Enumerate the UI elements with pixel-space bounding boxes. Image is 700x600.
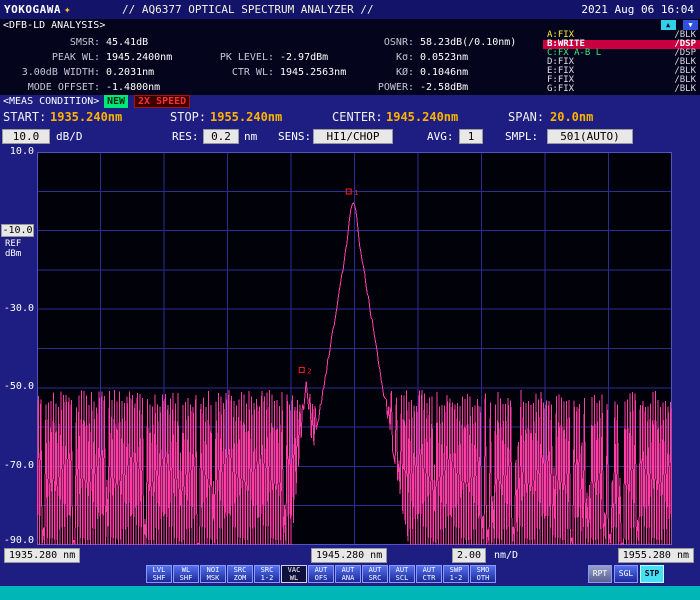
softkey-swp-1-2[interactable]: SWP1-2 xyxy=(443,565,469,583)
analysis-label xyxy=(212,35,274,50)
sweep-key-rpt[interactable]: RPT xyxy=(588,565,612,583)
trace-name: G:FIX xyxy=(547,84,574,94)
trace-scroll-buttons: ▲ ▼ xyxy=(659,20,698,30)
res-label: RES: xyxy=(172,128,199,145)
meas-condition-row: <MEAS CONDITION> NEW 2X SPEED xyxy=(0,95,700,108)
trace-status: /BLK xyxy=(674,85,696,94)
softkey-aut-ofs[interactable]: AUTOFS xyxy=(308,565,334,583)
trace-scroll-up-button[interactable]: ▲ xyxy=(661,20,676,30)
sens-box[interactable]: HI1/CHOP xyxy=(313,129,393,144)
y-axis-top-label: 10.0 xyxy=(0,146,34,157)
softkey-aut-scl[interactable]: AUTSCL xyxy=(389,565,415,583)
analysis-value: 0.1046nm xyxy=(414,65,539,80)
softkey-aut-ctr[interactable]: AUTCTR xyxy=(416,565,442,583)
analysis-label: KØ: xyxy=(362,65,414,80)
analysis-value: 58.23dB(/0.10nm) xyxy=(414,35,539,50)
softkey-smo-oth[interactable]: SMOOTH xyxy=(470,565,496,583)
softkey-bar: LVLSHFWLSHFNOIMSKSRCZOMSRC1-2VACWLAUTOFS… xyxy=(146,565,496,583)
analysis-label: POWER: xyxy=(362,80,414,95)
x-center-readout[interactable]: 1945.280 nm xyxy=(311,548,387,563)
analysis-value: 0.2031nm xyxy=(100,65,212,80)
datetime: 2021 Aug 06 16:04 xyxy=(581,0,694,19)
x-scale-readout[interactable]: 2.00 xyxy=(452,548,486,563)
new-badge: NEW xyxy=(104,95,128,108)
center-value[interactable]: 1945.240nm xyxy=(386,109,458,126)
analysis-value: 1945.2563nm xyxy=(274,65,362,80)
spectrum-plot: 12 xyxy=(37,152,672,545)
stop-label: STOP: xyxy=(170,109,206,126)
sweep-key-stp[interactable]: STP xyxy=(640,565,664,583)
analysis-value: 0.0523nm xyxy=(414,50,539,65)
softkey-src-1-2[interactable]: SRC1-2 xyxy=(254,565,280,583)
analysis-grid: SMSR:45.41dBOSNR:58.23dB(/0.10nm)PEAK WL… xyxy=(0,35,539,95)
smpl-label: SMPL: xyxy=(505,128,538,145)
svg-text:2: 2 xyxy=(307,367,311,375)
softkey-noi-msk[interactable]: NOIMSK xyxy=(200,565,226,583)
bottom-status-strip xyxy=(0,586,700,600)
speed-badge: 2X SPEED xyxy=(134,95,190,108)
analysis-value: 1945.2400nm xyxy=(100,50,212,65)
y-axis-label: -70.0 xyxy=(0,460,34,471)
analysis-value: -2.97dBm xyxy=(274,50,362,65)
sens-label: SENS: xyxy=(278,128,311,145)
softkey-src-zom[interactable]: SRCZOM xyxy=(227,565,253,583)
x-stop-readout[interactable]: 1955.280 nm xyxy=(618,548,694,563)
trace-panel: ▲ ▼ A:FIX/BLKB:WRITE/DSPC:FX A-B L/DSPD:… xyxy=(543,19,700,95)
analysis-value xyxy=(274,80,362,95)
center-label: CENTER: xyxy=(332,109,383,126)
trace-row-g[interactable]: G:FIX/BLK xyxy=(543,85,700,94)
y-axis-label: -90.0 xyxy=(0,535,34,546)
softkey-vac-wl[interactable]: VACWL xyxy=(281,565,307,583)
analysis-value: -1.4800nm xyxy=(100,80,212,95)
y-axis-unit: dBm xyxy=(5,249,21,259)
analysis-label: PK LEVEL: xyxy=(212,50,274,65)
analysis-label: Kσ: xyxy=(362,50,414,65)
x-scale-unit: nm/D xyxy=(494,548,518,563)
span-label: SPAN: xyxy=(508,109,544,126)
y-axis-label: -30.0 xyxy=(0,303,34,314)
sweep-key-sgl[interactable]: SGL xyxy=(614,565,638,583)
settings-row: 10.0 dB/D RES: 0.2 nm SENS: HI1/CHOP AVG… xyxy=(0,128,700,146)
svg-text:1: 1 xyxy=(354,189,358,197)
softkey-aut-src[interactable]: AUTSRC xyxy=(362,565,388,583)
analysis-label: OSNR: xyxy=(362,35,414,50)
res-box[interactable]: 0.2 xyxy=(203,129,239,144)
title-bar: YOKOGAWA✦ // AQ6377 OPTICAL SPECTRUM ANA… xyxy=(0,0,700,19)
softkey-aut-ana[interactable]: AUTANA xyxy=(335,565,361,583)
span-value[interactable]: 20.0nm xyxy=(550,109,593,126)
ref-level-box[interactable]: -10.0 xyxy=(1,224,34,237)
analysis-label xyxy=(212,80,274,95)
x-axis-row: 1935.280 nm 1945.280 nm 2.00 nm/D 1955.2… xyxy=(0,548,700,564)
start-value[interactable]: 1935.240nm xyxy=(50,109,122,126)
softkey-wl-shf[interactable]: WLSHF xyxy=(173,565,199,583)
sweep-key-group: RPTSGLSTP xyxy=(588,565,664,583)
avg-box[interactable]: 1 xyxy=(459,129,483,144)
smpl-box[interactable]: 501(AUTO) xyxy=(547,129,633,144)
analysis-value: 45.41dB xyxy=(100,35,212,50)
app-title: // AQ6377 OPTICAL SPECTRUM ANALYZER // xyxy=(122,0,374,19)
y-axis: 10.0 -10.0 REF dBm -30.0 -50.0 -70.0 -90.0 xyxy=(0,0,36,600)
level-scale-unit: dB/D xyxy=(56,128,83,145)
ref-label: REF xyxy=(5,239,21,249)
analysis-value: -2.58dBm xyxy=(414,80,539,95)
analysis-value xyxy=(274,35,362,50)
sweep-range-row: START: 1935.240nm STOP: 1955.240nm CENTE… xyxy=(0,109,700,126)
spectrum-trace-svg: 12 xyxy=(37,152,672,545)
x-start-readout[interactable]: 1935.280 nm xyxy=(4,548,80,563)
osa-screen: YOKOGAWA✦ // AQ6377 OPTICAL SPECTRUM ANA… xyxy=(0,0,700,600)
y-axis-label: -50.0 xyxy=(0,381,34,392)
trace-scroll-down-button[interactable]: ▼ xyxy=(683,20,698,30)
brand-diamond-icon: ✦ xyxy=(64,3,71,16)
res-unit: nm xyxy=(244,128,257,145)
softkey-lvl-shf[interactable]: LVLSHF xyxy=(146,565,172,583)
avg-label: AVG: xyxy=(427,128,454,145)
analysis-label: CTR WL: xyxy=(212,65,274,80)
dfb-ld-analysis-panel: <DFB-LD ANALYSIS> SMSR:45.41dBOSNR:58.23… xyxy=(0,19,543,95)
stop-value[interactable]: 1955.240nm xyxy=(210,109,282,126)
trace-list: A:FIX/BLKB:WRITE/DSPC:FX A-B L/DSPD:FIX/… xyxy=(543,31,700,94)
